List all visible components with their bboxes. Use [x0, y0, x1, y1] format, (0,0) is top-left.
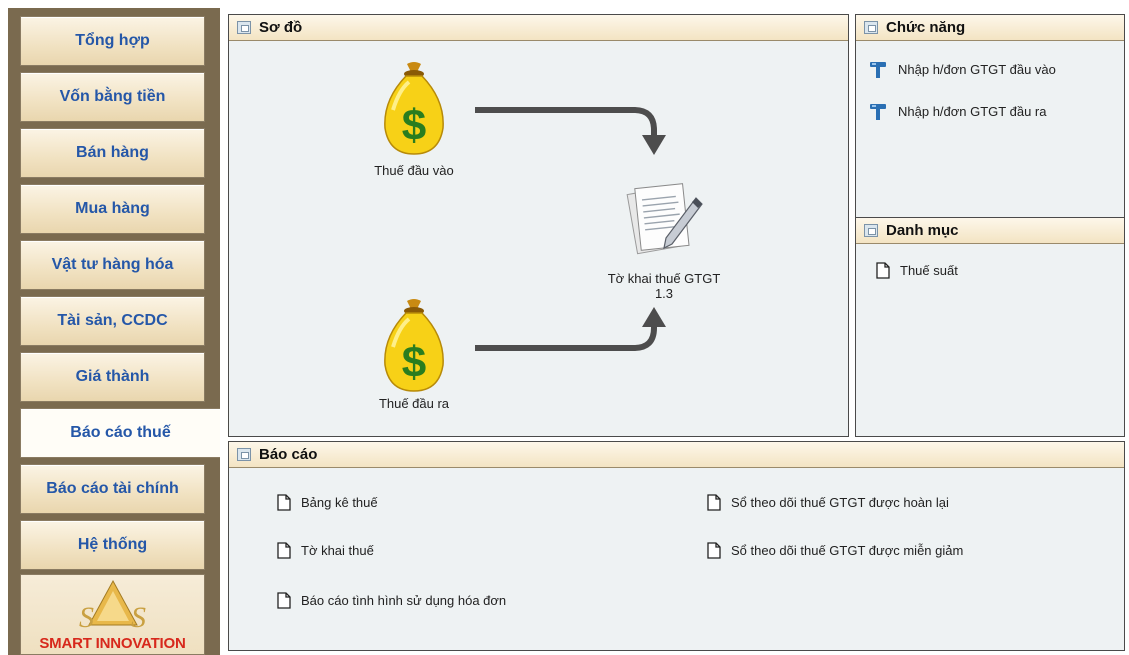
function-input-invoice-label: Nhập h/đơn GTGT đầu vào — [898, 61, 1056, 77]
input-tax-label: Thuế đầu vào — [374, 163, 454, 178]
nav-item-bao-cao-thue[interactable]: Báo cáo thuế — [20, 408, 220, 458]
vat-declaration-title: Tờ khai thuế GTGT — [607, 271, 721, 286]
nav-item-vat-tu-hang-hoa[interactable]: Vật tư hàng hóa — [20, 240, 205, 290]
svg-text:$: $ — [402, 101, 426, 150]
document-icon — [707, 542, 721, 559]
logo-text: SMART INNOVATION — [39, 635, 186, 652]
vat-declaration-node[interactable] — [624, 178, 708, 265]
nav-item-bao-cao-tai-chinh[interactable]: Báo cáo tài chính — [20, 464, 205, 514]
nav-item-gia-thanh[interactable]: Giá thành — [20, 352, 205, 402]
report-vat-refund-ledger-label: Sổ theo dõi thuế GTGT được hoàn lại — [731, 495, 949, 510]
catalog-title: Danh mục — [886, 222, 959, 239]
nav-item-von-bang-tien[interactable]: Vốn bằng tiền — [20, 72, 205, 122]
arrow-input-to-declaration — [475, 107, 657, 140]
report-vat-refund-ledger[interactable]: Sổ theo dõi thuế GTGT được hoàn lại — [707, 494, 949, 511]
report-tax-list[interactable]: Bảng kê thuế — [277, 494, 378, 511]
flow-arrows — [475, 107, 666, 351]
vat-declaration-label: Tờ khai thuế GTGT 1.3 — [579, 271, 749, 301]
input-tax-node[interactable]: $ — [379, 60, 449, 159]
catalog-panel-header: Danh mục — [856, 218, 1124, 244]
nav-item-tai-san-ccdc[interactable]: Tài sản, CCDC — [20, 296, 205, 346]
reports-panel-header: Báo cáo — [229, 442, 1124, 468]
svg-text:S: S — [79, 601, 94, 634]
nav-item-tong-hop[interactable]: Tổng hợp — [20, 16, 205, 66]
reports-icon — [237, 448, 251, 461]
function-input-invoice[interactable]: Nhập h/đơn GTGT đầu vào — [868, 59, 1056, 79]
svg-text:S: S — [131, 601, 146, 634]
vat-declaration-version: 1.3 — [654, 286, 674, 301]
money-bag-icon: $ — [384, 299, 444, 392]
hammer-icon — [870, 62, 886, 78]
money-bag-icon: $ — [384, 62, 444, 155]
company-logo: S S SMART INNOVATION — [20, 574, 205, 655]
report-invoice-usage-label: Báo cáo tình hình sử dụng hóa đơn — [301, 593, 507, 608]
output-tax-node[interactable]: $ — [379, 295, 449, 398]
diagram-panel: Sơ đồ $ Thuế đầu vào $ Thuế đầu ra Tờ kh… — [228, 14, 849, 437]
catalog-tax-rate[interactable]: Thuế suất — [876, 262, 958, 279]
nav-item-he-thong[interactable]: Hệ thống — [20, 520, 205, 570]
document-icon — [707, 494, 721, 511]
report-tax-declaration-label: Tờ khai thuế — [301, 543, 374, 558]
functions-panel-header: Chức năng — [856, 15, 1124, 41]
functions-icon — [864, 21, 878, 34]
catalog-icon — [864, 224, 878, 237]
arrow-head-input — [642, 135, 666, 155]
report-vat-exemption-ledger-label: Sổ theo dõi thuế GTGT được miễn giảm — [731, 543, 964, 558]
report-vat-exemption-ledger[interactable]: Sổ theo dõi thuế GTGT được miễn giảm — [707, 542, 963, 559]
output-tax-label: Thuế đầu ra — [378, 396, 450, 411]
hammer-icon — [870, 104, 886, 120]
functions-title: Chức năng — [886, 19, 966, 36]
sas-logo-icon: S S — [79, 579, 146, 634]
document-icon — [277, 592, 291, 609]
report-tax-list-label: Bảng kê thuế — [301, 495, 378, 510]
arrow-head-output — [642, 307, 666, 327]
document-pen-icon — [626, 183, 703, 255]
document-icon — [277, 494, 291, 511]
functions-panel: Chức năng Nhập h/đơn GTGT đầu vào Nhập h… — [855, 14, 1125, 219]
function-output-invoice-label: Nhập h/đơn GTGT đầu ra — [898, 103, 1047, 119]
module-sidebar: Tổng hợp Vốn bằng tiền Bán hàng Mua hàng… — [8, 8, 220, 655]
reports-title: Báo cáo — [259, 446, 318, 463]
nav-item-mua-hang[interactable]: Mua hàng — [20, 184, 205, 234]
arrow-output-to-declaration — [475, 323, 657, 351]
nav-item-ban-hang[interactable]: Bán hàng — [20, 128, 205, 178]
report-tax-declaration[interactable]: Tờ khai thuế — [277, 542, 374, 559]
function-output-invoice[interactable]: Nhập h/đơn GTGT đầu ra — [868, 101, 1046, 121]
document-icon — [277, 542, 291, 559]
reports-panel: Báo cáo Bảng kê thuế Tờ khai thuế Báo cá… — [228, 441, 1125, 651]
document-icon — [876, 262, 890, 279]
report-invoice-usage[interactable]: Báo cáo tình hình sử dụng hóa đơn — [277, 592, 506, 609]
catalog-panel: Danh mục Thuế suất — [855, 217, 1125, 437]
catalog-tax-rate-label: Thuế suất — [900, 263, 958, 278]
svg-text:$: $ — [402, 338, 426, 387]
